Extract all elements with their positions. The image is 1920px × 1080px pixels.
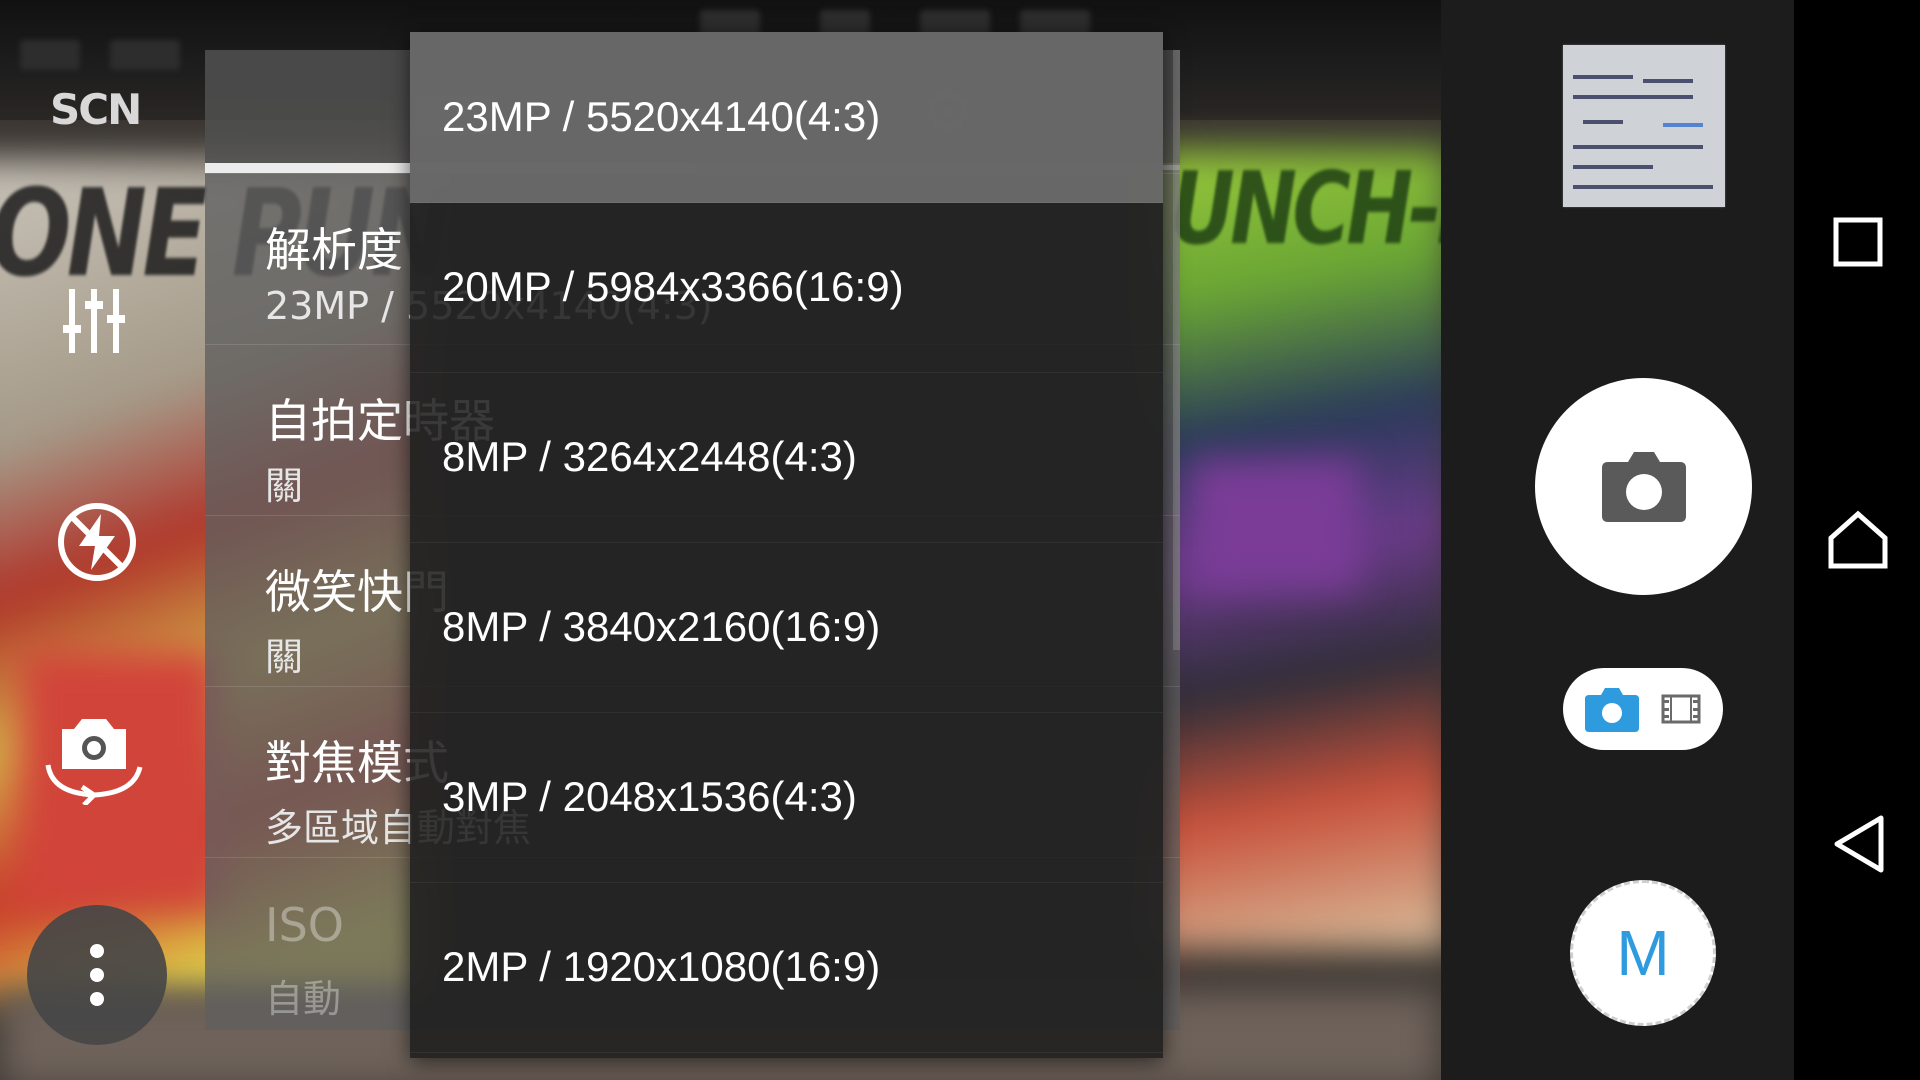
keyboard-key xyxy=(20,40,80,70)
photo-mode-icon xyxy=(1585,688,1639,732)
settings-scrollbar[interactable] xyxy=(1173,50,1180,650)
thumbnail-detail xyxy=(1573,185,1713,189)
switch-camera-icon[interactable] xyxy=(42,715,146,805)
last-photo-thumbnail[interactable] xyxy=(1563,45,1725,207)
back-icon xyxy=(1834,815,1884,873)
resolution-option[interactable]: 8MP / 3840x2160(16:9) xyxy=(410,542,1163,713)
thumbnail-detail xyxy=(1583,120,1623,124)
manga-title-right: UNCH-MAN xyxy=(1170,150,1441,267)
setting-value: 自動 xyxy=(265,977,342,1021)
video-mode-icon xyxy=(1661,694,1701,724)
keyboard-key xyxy=(110,40,180,70)
setting-value: 關 xyxy=(265,464,304,508)
setting-value: 關 xyxy=(265,635,304,679)
adjust-icon[interactable] xyxy=(62,285,126,357)
resolution-dropdown-menu: 23MP / 5520x4140(4:3) 20MP / 5984x3366(1… xyxy=(410,32,1163,1058)
manual-mode-button[interactable]: M xyxy=(1570,880,1716,1026)
resolution-option-label: 23MP / 5520x4140(4:3) xyxy=(442,93,881,140)
setting-title: ISO xyxy=(265,898,344,952)
resolution-option[interactable]: 3MP / 2048x1536(4:3) xyxy=(410,712,1163,883)
thumbnail-detail xyxy=(1643,79,1693,83)
manual-mode-label: M xyxy=(1616,917,1670,989)
resolution-option-label: 8MP / 3840x2160(16:9) xyxy=(442,603,881,650)
resolution-option[interactable]: 2MP / 1920x1080(16:9) xyxy=(410,882,1163,1053)
thumbnail-detail xyxy=(1573,145,1703,149)
resolution-option-label: 3MP / 2048x1536(4:3) xyxy=(442,773,857,820)
back-button[interactable] xyxy=(1826,812,1890,876)
more-options-icon xyxy=(90,944,104,1006)
thumbnail-detail xyxy=(1573,75,1633,79)
resolution-option-label: 2MP / 1920x1080(16:9) xyxy=(442,943,881,990)
resolution-option[interactable]: 23MP / 5520x4140(4:3) xyxy=(410,32,1163,203)
shutter-button[interactable] xyxy=(1535,378,1752,595)
home-button[interactable] xyxy=(1826,508,1890,572)
thumbnail-detail xyxy=(1663,123,1703,127)
resolution-option[interactable]: 8MP / 3264x2448(4:3) xyxy=(410,372,1163,543)
recents-button[interactable] xyxy=(1826,210,1890,274)
manga-cover-right-detail xyxy=(1190,460,1360,590)
setting-title: 解析度 xyxy=(265,223,403,277)
more-options-button[interactable] xyxy=(27,905,167,1045)
resolution-option-label: 20MP / 5984x3366(16:9) xyxy=(442,263,904,310)
recents-icon xyxy=(1833,217,1883,267)
photo-video-mode-switch[interactable] xyxy=(1563,668,1723,750)
resolution-option[interactable]: 20MP / 5984x3366(16:9) xyxy=(410,202,1163,373)
flash-off-icon[interactable] xyxy=(55,500,139,584)
scn-icon[interactable]: SCN xyxy=(50,85,142,134)
thumbnail-detail xyxy=(1573,95,1693,99)
home-icon xyxy=(1828,510,1888,569)
camera-icon xyxy=(1601,451,1686,522)
resolution-option-label: 8MP / 3264x2448(4:3) xyxy=(442,433,857,480)
thumbnail-detail xyxy=(1573,165,1653,169)
